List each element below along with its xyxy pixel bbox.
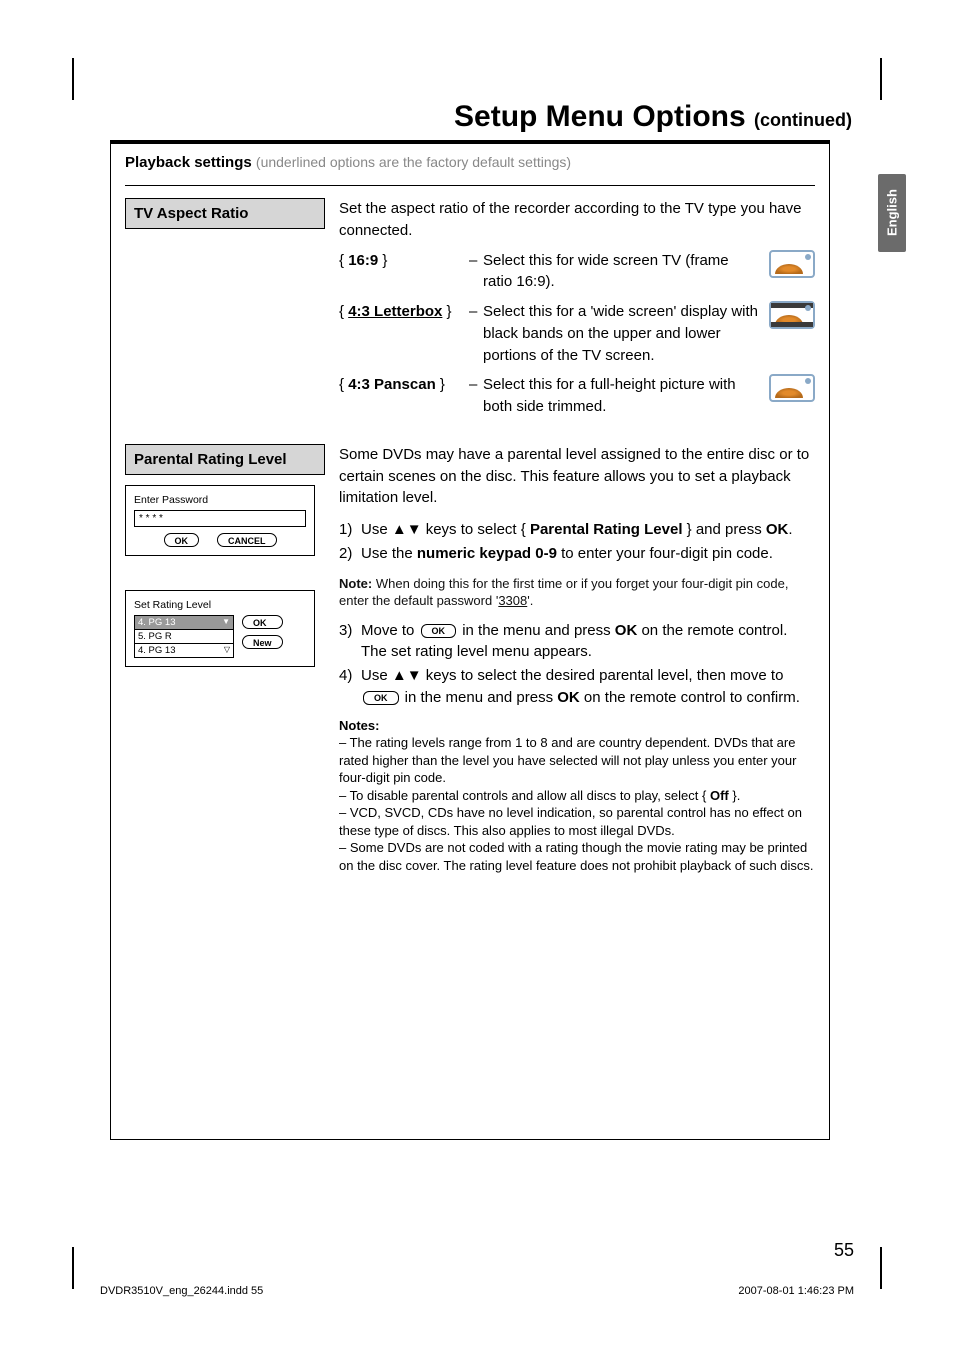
default-password: 3308 (498, 593, 527, 608)
arrow-keys-icon: ▲▼ (392, 667, 422, 684)
ok-badge-icon: OK (421, 624, 457, 638)
notes-heading: Notes: (339, 717, 815, 735)
opt-panscan-key: 4:3 Panscan (348, 376, 436, 393)
chapter-title-text: Setup Menu Options (454, 100, 746, 133)
step-num-1: 1) (339, 519, 361, 541)
footer: DVDR3510V_eng_26244.indd 55 2007-08-01 1… (100, 1285, 854, 1297)
osd-cancel-button: CANCEL (217, 533, 277, 547)
section-title: Playback settings (125, 154, 252, 171)
tv-letterbox-icon (769, 301, 815, 329)
chapter-continued: (continued) (754, 110, 852, 130)
osd-enter-password: Enter Password * * * * OK CANCEL (125, 485, 315, 556)
section-note-text: (underlined options are the factory defa… (256, 154, 571, 170)
opt-letterbox-val: Select this for a 'wide screen' display … (483, 301, 759, 366)
opt-panscan-val: Select this for a full-height picture wi… (483, 374, 759, 418)
page-number: 55 (834, 1240, 854, 1261)
footer-right: 2007-08-01 1:46:23 PM (738, 1285, 854, 1297)
parental-row: Parental Rating Level Enter Password * *… (125, 444, 815, 875)
osd-rating-list: 4. PG 13 ▼ 5. PG R 4. PG 13 ▽ (134, 615, 234, 658)
section-header: Playback settings (underlined options ar… (125, 154, 815, 171)
tv-wide-icon (769, 250, 815, 278)
parental-intro: Some DVDs may have a parental level assi… (339, 444, 815, 509)
chevron-down-icon: ▼ (222, 617, 230, 628)
osd-side-ok-button: OK (242, 615, 283, 629)
note-1: The rating levels range from 1 to 8 and … (339, 735, 796, 785)
tv-aspect-intro: Set the aspect ratio of the recorder acc… (339, 198, 815, 242)
opt-16-9: { 16:9 } – Select this for wide screen T… (339, 250, 815, 294)
step-1: Use ▲▼ keys to select { Parental Rating … (361, 519, 815, 541)
footer-left: DVDR3510V_eng_26244.indd 55 (100, 1285, 263, 1297)
ok-badge-icon: OK (363, 691, 399, 705)
tv-aspect-row: TV Aspect Ratio Set the aspect ratio of … (125, 198, 815, 426)
opt-letterbox: { 4:3 Letterbox } – Select this for a 'w… (339, 301, 815, 366)
osd-enter-password-title: Enter Password (134, 494, 306, 506)
step-3: Move to OK in the menu and press OK on t… (361, 620, 815, 664)
note-3: VCD, SVCD, CDs have no level indication,… (339, 805, 802, 838)
parental-heading: Parental Rating Level (125, 444, 325, 475)
opt-panscan: { 4:3 Panscan } – Select this for a full… (339, 374, 815, 418)
crop-mark (72, 58, 74, 100)
osd-item-c: 4. PG 13 (138, 645, 176, 656)
crop-mark (880, 58, 882, 100)
language-tab: English (878, 174, 906, 252)
step-num-3: 3) (339, 620, 361, 664)
note-2: To disable parental controls and allow a… (350, 788, 741, 803)
step-num-4: 4) (339, 665, 361, 709)
parental-notes: Notes: – The rating levels range from 1 … (339, 717, 815, 875)
osd-set-rating-title: Set Rating Level (134, 599, 306, 611)
divider (125, 185, 815, 186)
chapter-title: Setup Menu Options (continued) (110, 100, 860, 134)
osd-side-new-button: New (242, 635, 283, 649)
opt-16-9-val: Select this for wide screen TV (frame ra… (483, 250, 759, 294)
opt-16-9-key: 16:9 (348, 252, 378, 269)
osd-item-a: 4. PG 13 (138, 617, 176, 628)
step-2: Use the numeric keypad 0-9 to enter your… (361, 543, 815, 565)
arrow-keys-icon: ▲▼ (392, 521, 422, 538)
parental-note: Note: When doing this for the first time… (339, 575, 815, 610)
osd-set-rating: Set Rating Level 4. PG 13 ▼ 5. PG R 4. PG… (125, 590, 315, 667)
tv-panscan-icon (769, 374, 815, 402)
content-frame: Playback settings (underlined options ar… (110, 140, 830, 1140)
osd-password-field: * * * * (134, 510, 306, 527)
osd-ok-button: OK (164, 533, 200, 547)
opt-letterbox-key: 4:3 Letterbox (348, 303, 442, 320)
step-4: Use ▲▼ keys to select the desired parent… (361, 665, 815, 709)
tv-aspect-heading: TV Aspect Ratio (125, 198, 325, 229)
section-note: (underlined options are the factory defa… (256, 154, 571, 170)
crop-mark (880, 1247, 882, 1289)
step-num-2: 2) (339, 543, 361, 565)
crop-mark (72, 1247, 74, 1289)
chevron-down-icon: ▽ (224, 645, 230, 656)
note-4: Some DVDs are not coded with a rating th… (339, 840, 814, 873)
osd-item-b: 5. PG R (138, 631, 172, 642)
